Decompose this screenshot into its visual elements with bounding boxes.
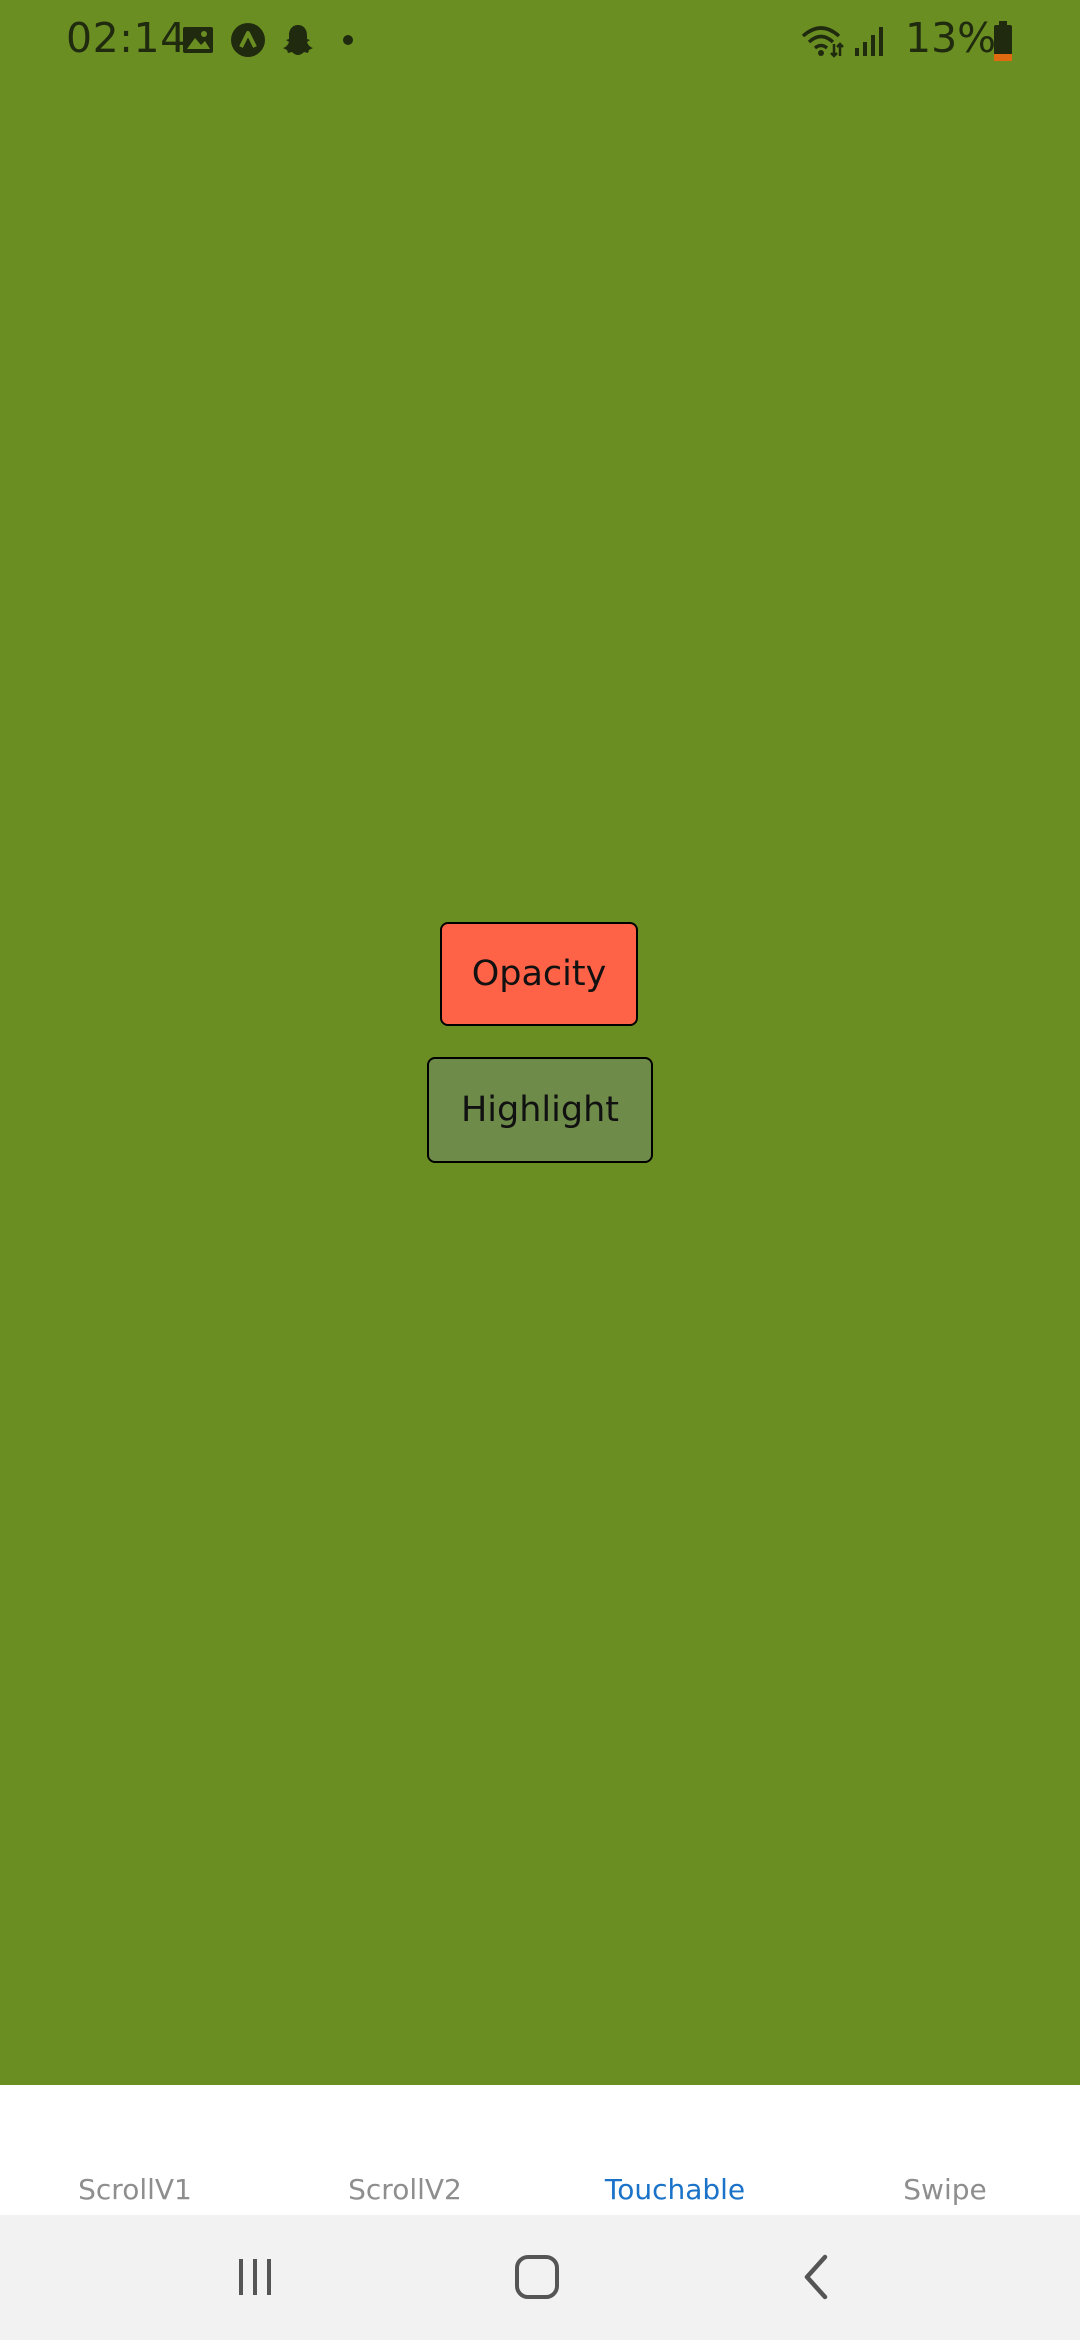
battery-icon [994, 21, 1012, 61]
image-icon [183, 27, 213, 53]
snapchat-icon [283, 25, 313, 55]
tab-touchable[interactable]: Touchable [540, 2173, 810, 2206]
tab-label: Swipe [903, 2173, 987, 2206]
tab-label: Touchable [604, 2173, 746, 2206]
app-screen: 02:14 13% Opacity Highlight ScrollV1 Scr… [0, 0, 1080, 2340]
recent-apps-icon [239, 2259, 271, 2295]
highlight-button[interactable]: Highlight [427, 1057, 653, 1163]
back-button[interactable] [782, 2245, 852, 2309]
tab-scrollv2[interactable]: ScrollV2 [270, 2173, 540, 2206]
signal-icon [855, 27, 883, 56]
wifi-icon [801, 26, 844, 58]
back-icon [804, 2254, 828, 2300]
home-button[interactable] [502, 2245, 572, 2309]
opacity-button-label: Opacity [471, 954, 607, 994]
tab-label: ScrollV1 [78, 2173, 192, 2206]
dot-icon [343, 35, 353, 45]
status-time: 02:14 [66, 14, 187, 62]
tab-scrollv1[interactable]: ScrollV1 [0, 2173, 270, 2206]
tab-label: ScrollV2 [348, 2173, 462, 2206]
recent-apps-button[interactable] [220, 2245, 290, 2309]
status-bar: 02:14 13% [0, 0, 1080, 84]
highlight-button-label: Highlight [460, 1090, 619, 1130]
opacity-button[interactable]: Opacity [440, 922, 638, 1026]
tab-swipe[interactable]: Swipe [810, 2173, 1080, 2206]
home-icon [515, 2255, 559, 2299]
battery-percentage: 13% [905, 14, 997, 62]
bottom-tab-bar: ScrollV1 ScrollV2 Touchable Swipe [0, 2085, 1080, 2215]
system-nav-bar [0, 2215, 1080, 2340]
app-icon [231, 23, 265, 57]
